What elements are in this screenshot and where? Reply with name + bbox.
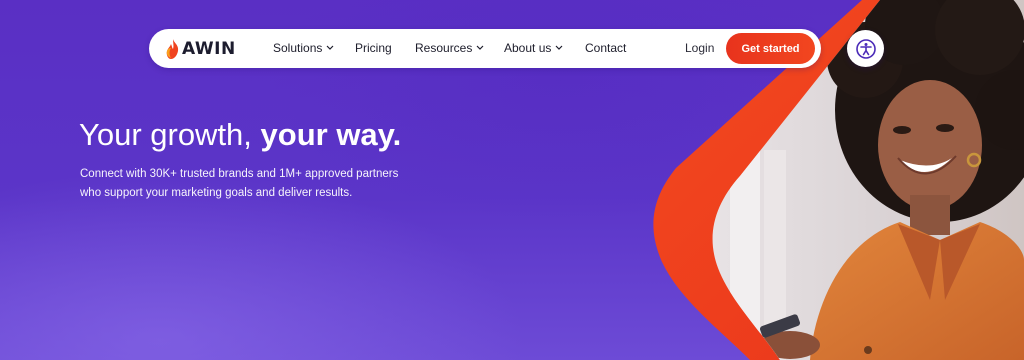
accessibility-button[interactable] — [847, 30, 884, 67]
nav-item-resources[interactable]: Resources — [415, 41, 484, 55]
chevron-down-icon — [476, 45, 484, 50]
nav-item-label: About us — [504, 41, 552, 55]
hero-title-bold: your way. — [260, 117, 402, 152]
nav-item-label: Pricing — [355, 41, 392, 55]
chevron-down-icon — [555, 45, 563, 50]
hero-subtitle-line1: Connect with 30K+ trusted brands and 1M+… — [80, 168, 399, 180]
nav-item-about-us[interactable]: About us — [504, 41, 563, 55]
chevron-down-icon — [326, 45, 334, 50]
nav-item-pricing[interactable]: Pricing — [355, 41, 392, 55]
awin-logo[interactable]: AWIN — [165, 38, 236, 60]
nav-item-label: Solutions — [273, 41, 323, 55]
hero-subtitle: Connect with 30K+ trusted brands and 1M+… — [80, 165, 410, 203]
hero-title-regular: Your growth, — [79, 117, 261, 152]
brand-name: AWIN — [182, 39, 236, 59]
nav-item-contact[interactable]: Contact — [585, 41, 626, 55]
get-started-button[interactable]: Get started — [726, 33, 815, 64]
login-link[interactable]: Login — [685, 41, 714, 55]
hero-subtitle-line2: who support your marketing goals and del… — [80, 187, 353, 199]
nav-item-label: Contact — [585, 41, 627, 55]
accessibility-icon — [855, 38, 876, 59]
nav-item-solutions[interactable]: Solutions — [273, 41, 334, 55]
hero-title: Your growth, your way. — [79, 117, 401, 153]
navbar: AWIN Solutions Pricing Resources About u… — [149, 29, 821, 68]
nav-item-label: Resources — [415, 41, 473, 55]
flame-logo-icon — [166, 39, 179, 59]
